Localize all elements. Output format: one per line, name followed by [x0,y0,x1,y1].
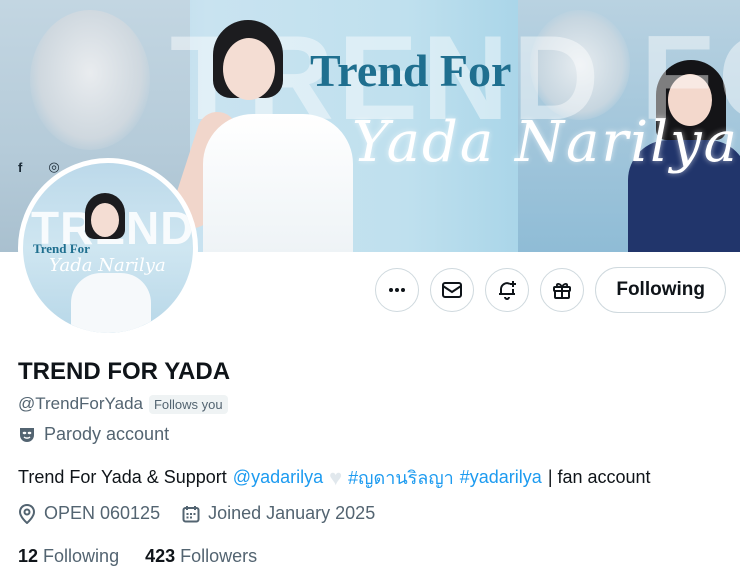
parody-label: Parody account [18,424,169,445]
mail-icon [442,282,463,298]
banner-figure-dress [203,114,353,252]
profile-stats: 12 Following 423 Followers [18,546,257,567]
followers-stat[interactable]: 423 Followers [145,546,257,567]
location-text: OPEN 060125 [44,503,161,523]
avatar-script: Yada Narilya [49,255,166,276]
notify-button[interactable] [485,268,530,312]
location-item: OPEN 060125 [18,503,160,524]
profile-actions: Following [375,267,726,313]
bio-hashtag-thai-link[interactable]: #ญดานริลญา [348,463,454,492]
banner-face-left [30,10,150,150]
message-button[interactable] [430,268,475,312]
handle-row: @TrendForYada Follows you [18,394,228,414]
location-pin-icon [18,503,36,524]
gift-icon [553,282,572,299]
avatar-figure-face [91,203,119,237]
banner-script: Yada Narilya [352,110,740,175]
following-label: Following [43,546,120,566]
more-horizontal-icon [389,288,406,292]
facebook-icon: f [18,159,23,175]
gift-button[interactable] [540,268,585,312]
joined-text: Joined January 2025 [208,503,376,523]
following-stat[interactable]: 12 Following [18,546,119,567]
profile-bio: Trend For Yada & Support @yadarilya ♥ #ญ… [18,463,651,492]
white-heart-icon: ♥ [329,464,343,490]
following-button[interactable]: Following [595,267,726,313]
profile-handle: @TrendForYada [18,394,143,413]
bio-hashtag-link[interactable]: #yadarilya [460,467,542,488]
bio-suffix: | fan account [547,467,651,487]
bell-plus-icon [499,281,517,300]
more-button[interactable] [375,268,420,312]
bio-mention-link[interactable]: @yadarilya [233,467,323,488]
followers-count: 423 [145,546,176,566]
bio-prefix: Trend For Yada & Support [18,467,227,487]
follows-you-badge: Follows you [148,394,228,414]
profile-avatar[interactable]: TREND FOR Trend For Yada Narilya [18,158,198,338]
avatar-figure-dress [71,273,151,333]
parody-text: Parody account [44,424,170,444]
profile-name: TREND FOR YADA [18,358,231,385]
following-count: 12 [18,546,39,566]
joined-item: Joined January 2025 [182,503,375,524]
calendar-icon [182,505,200,522]
mask-icon [20,427,34,442]
banner-figure-head [223,38,275,100]
banner-title: Trend For [310,45,512,96]
followers-label: Followers [180,546,258,566]
profile-meta: OPEN 060125 Joined January 2025 [18,503,375,524]
